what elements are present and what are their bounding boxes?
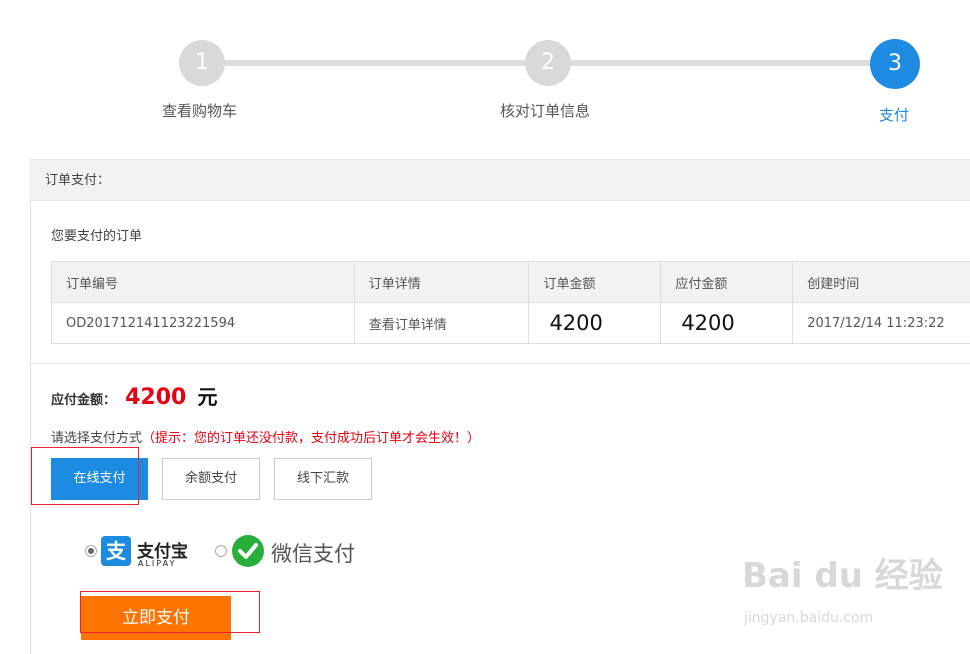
step-2-circle: 2 xyxy=(525,40,571,86)
order-detail-link[interactable]: 查看订单详情 xyxy=(353,302,530,344)
column-header: 应付金额 xyxy=(660,261,794,303)
amount-label: 应付金额： xyxy=(51,393,117,408)
wechat-pay-icon xyxy=(232,535,264,567)
order-id: OD201712141123221594 xyxy=(51,302,355,344)
divider xyxy=(31,363,970,364)
column-header: 订单编号 xyxy=(51,261,355,303)
method-warning: （提示：您的订单还没付款，支付成功后订单才会生效！） xyxy=(142,431,481,446)
payment-method-hint: 请选择支付方式（提示：您的订单还没付款，支付成功后订单才会生效！） xyxy=(51,427,480,446)
watermark-logo-text: Bai du 经验 xyxy=(742,556,943,596)
order-amount: 4200 xyxy=(528,302,662,344)
alipay-icon: 支 xyxy=(101,536,131,566)
panel-subtitle: 您要支付的订单 xyxy=(51,229,143,244)
column-header: 订单金额 xyxy=(528,261,662,303)
payable-amount-row: 应付金额： 4200 元 xyxy=(51,381,217,410)
check-icon xyxy=(238,543,258,559)
annotation-highlight-box xyxy=(80,591,260,633)
step-3-label: 支付 xyxy=(879,106,910,124)
alipay-sub-label: ALIPAY xyxy=(138,559,177,568)
tab-balance-payment[interactable]: 余额支付 xyxy=(162,458,260,500)
panel-header: 订单支付： xyxy=(31,159,970,201)
watermark-url: jingyan.baidu.com xyxy=(744,610,874,626)
step-connector xyxy=(224,60,526,66)
table-header-row: 订单编号 订单详情 订单金额 应付金额 创建时间 xyxy=(51,261,970,303)
annotation-highlight-box xyxy=(31,447,139,505)
step-progress: 1 查看购物车 2 核对订单信息 3 支付 xyxy=(0,0,970,140)
tab-offline-transfer[interactable]: 线下汇款 xyxy=(274,458,372,500)
step-1-label: 查看购物车 xyxy=(162,102,238,120)
step-2-label: 核对订单信息 xyxy=(500,102,591,120)
column-header: 创建时间 xyxy=(792,261,970,303)
column-header: 订单详情 xyxy=(353,261,530,303)
wechat-pay-label: 微信支付 xyxy=(271,542,355,566)
method-prompt: 请选择支付方式 xyxy=(51,431,143,446)
created-time: 2017/12/14 11:23:22 xyxy=(792,302,970,344)
step-3-circle: 3 xyxy=(870,39,920,89)
orders-table: 订单编号 订单详情 订单金额 应付金额 创建时间 OD2017121411232… xyxy=(51,261,970,344)
amount-unit: 元 xyxy=(197,385,218,409)
wechat-radio[interactable] xyxy=(215,545,227,557)
amount-value: 4200 xyxy=(125,385,187,410)
step-connector xyxy=(570,60,872,66)
table-row: OD201712141123221594 查看订单详情 4200 4200 20… xyxy=(51,302,970,344)
alipay-radio[interactable] xyxy=(85,545,97,557)
payable-amount: 4200 xyxy=(660,302,794,344)
step-1-circle: 1 xyxy=(179,40,225,86)
